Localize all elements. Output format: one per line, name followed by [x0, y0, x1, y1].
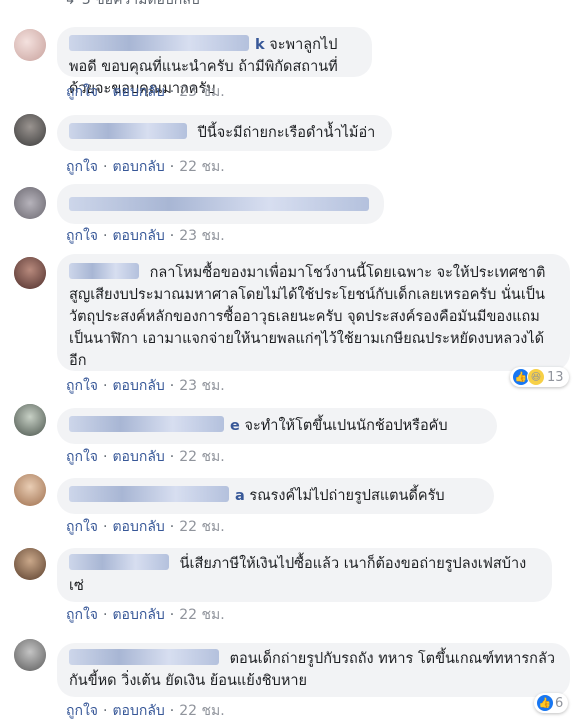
- avatar[interactable]: [14, 257, 46, 289]
- comment-time[interactable]: 22 ชม.: [179, 516, 224, 538]
- comment-time[interactable]: 23 ชม.: [179, 81, 224, 103]
- commenter-name-redacted[interactable]: [69, 486, 229, 502]
- commenter-name-redacted[interactable]: [69, 416, 224, 432]
- commenter-name-redacted[interactable]: [69, 554, 169, 570]
- comment-time[interactable]: 23 ชม.: [179, 225, 224, 247]
- comment-bubble: e จะทำให้โตขึ้นเปนนักช้อปหรือคับ: [57, 408, 497, 444]
- commenter-name-redacted[interactable]: [69, 123, 187, 139]
- haha-reaction-icon: 😆: [527, 368, 545, 386]
- avatar[interactable]: [14, 474, 46, 506]
- like-button[interactable]: ถูกใจ: [66, 375, 98, 397]
- comment-bubble: กลาโหมซื้อของมาเพื่อมาโชว์งานนี้โดยเฉพาะ…: [57, 254, 570, 371]
- like-button[interactable]: ถูกใจ: [66, 225, 98, 247]
- like-button[interactable]: ถูกใจ: [66, 81, 98, 103]
- commenter-name-redacted[interactable]: [69, 197, 369, 211]
- comment-time[interactable]: 22 ชม.: [179, 446, 224, 468]
- reply-button[interactable]: ตอบกลับ: [112, 604, 164, 626]
- commenter-name[interactable]: k: [255, 37, 265, 53]
- comment-bubble: นี่เสียภาษีให้เงินไปซื้อแล้ว เนาก็ต้องขอ…: [57, 548, 552, 602]
- commenter-name[interactable]: a: [235, 488, 245, 504]
- commenter-name-redacted[interactable]: [69, 649, 219, 665]
- reply-button[interactable]: ตอบกลับ: [112, 81, 164, 103]
- comment-bubble: ปีนี้จะมีถ่ายกะเรือดำน้ำไม้อ่า: [57, 115, 392, 151]
- comment-actions: ถูกใจ · ตอบกลับ · 22 ชม.: [66, 156, 225, 178]
- reply-arrow-icon: ↳: [64, 0, 76, 8]
- like-button[interactable]: ถูกใจ: [66, 446, 98, 468]
- avatar[interactable]: [14, 548, 46, 580]
- like-button[interactable]: ถูกใจ: [66, 156, 98, 178]
- comment-time[interactable]: 22 ชม.: [179, 156, 224, 178]
- comment-text: ปีนี้จะมีถ่ายกะเรือดำน้ำไม้อ่า: [197, 125, 376, 141]
- comment-text: จะทำให้โตขึ้นเปนนักช้อปหรือคับ: [244, 418, 448, 434]
- replies-header[interactable]: ↳ 3 ข้อความตอบกลับ: [64, 0, 200, 8]
- avatar[interactable]: [14, 404, 46, 436]
- comment-bubble: a รณรงค์ไม่ไปถ่ายรูปสแตนดี้ครับ: [57, 478, 494, 514]
- avatar[interactable]: [14, 187, 46, 219]
- replies-count-label: 3 ข้อความตอบกลับ: [81, 0, 200, 8]
- comment-actions: ถูกใจ · ตอบกลับ · 23 ชม.: [66, 375, 225, 397]
- reaction-count: 13: [547, 369, 564, 385]
- comment-time[interactable]: 23 ชม.: [179, 375, 224, 397]
- comment-actions: ถูกใจ · ตอบกลับ · 23 ชม.: [66, 81, 225, 103]
- reply-button[interactable]: ตอบกลับ: [112, 375, 164, 397]
- like-button[interactable]: ถูกใจ: [66, 604, 98, 626]
- comment-text: กลาโหมซื้อของมาเพื่อมาโชว์งานนี้โดยเฉพาะ…: [69, 265, 546, 369]
- comment-bubble: ตอนเด็กถ่ายรูปกับรถถัง ทหาร โตขึ้นเกณฑ์ท…: [57, 643, 570, 697]
- comment-text: รณรงค์ไม่ไปถ่ายรูปสแตนดี้ครับ: [249, 488, 445, 504]
- comment-actions: ถูกใจ · ตอบกลับ · 22 ชม.: [66, 446, 225, 468]
- like-button[interactable]: ถูกใจ: [66, 516, 98, 538]
- comment-actions: ถูกใจ · ตอบกลับ · 22 ชม.: [66, 604, 225, 626]
- comment-actions: ถูกใจ · ตอบกลับ · 22 ชม.: [66, 516, 225, 538]
- avatar[interactable]: [14, 29, 46, 61]
- commenter-name-redacted[interactable]: [69, 35, 249, 51]
- reply-button[interactable]: ตอบกลับ: [112, 516, 164, 538]
- reply-button[interactable]: ตอบกลับ: [112, 225, 164, 247]
- comment-time[interactable]: 22 ชม.: [179, 604, 224, 626]
- commenter-name-redacted[interactable]: [69, 263, 139, 279]
- reaction-summary[interactable]: 👍 😆 13: [510, 367, 569, 387]
- comment-bubble: [57, 184, 384, 224]
- commenter-name[interactable]: e: [230, 418, 240, 434]
- like-reaction-icon: 👍: [537, 695, 553, 711]
- comment-bubble: k จะพาลูกไปพอดี ขอบคุณที่แนะนำครับ ถ้ามี…: [57, 27, 372, 97]
- avatar[interactable]: [14, 114, 46, 146]
- comment-actions: ถูกใจ · ตอบกลับ · 23 ชม.: [66, 225, 225, 247]
- reaction-summary[interactable]: 👍 6: [534, 693, 569, 713]
- reply-button[interactable]: ตอบกลับ: [112, 446, 164, 468]
- reply-button[interactable]: ตอบกลับ: [112, 156, 164, 178]
- reaction-count: 6: [555, 695, 564, 711]
- avatar[interactable]: [14, 639, 46, 671]
